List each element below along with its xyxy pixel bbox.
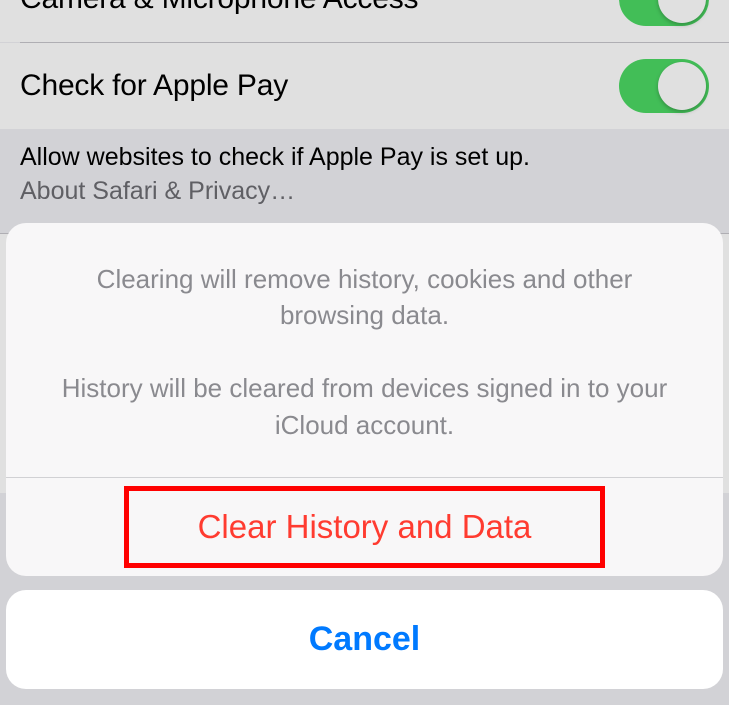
action-sheet-body: Clearing will remove history, cookies an… [6, 223, 723, 576]
action-sheet-message: Clearing will remove history, cookies an… [6, 223, 723, 477]
cancel-label: Cancel [309, 620, 421, 658]
message-line-2: History will be cleared from devices sig… [46, 370, 683, 443]
clear-history-label: Clear History and Data [198, 508, 532, 545]
action-sheet: Clearing will remove history, cookies an… [6, 223, 723, 689]
cancel-button[interactable]: Cancel [6, 590, 723, 689]
message-line-1: Clearing will remove history, cookies an… [46, 261, 683, 334]
clear-history-button[interactable]: Clear History and Data [6, 478, 723, 576]
